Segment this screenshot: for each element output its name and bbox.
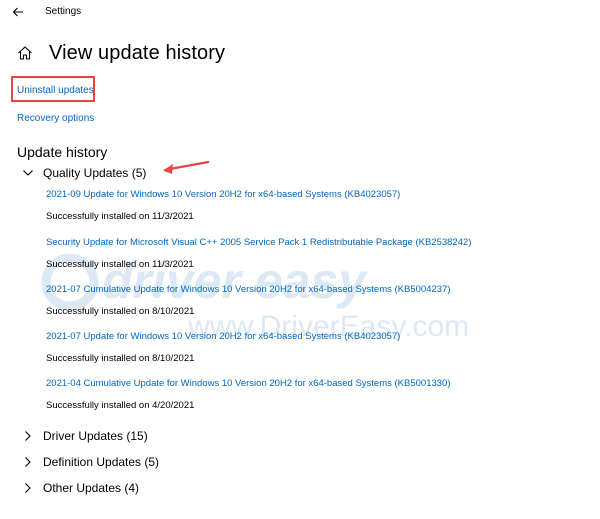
driver-updates-toggle[interactable]: Driver Updates (15): [22, 429, 148, 443]
other-updates-label: Other Updates (4): [43, 481, 140, 495]
update-status: Successfully installed on 11/3/2021: [46, 259, 194, 270]
definition-updates-toggle[interactable]: Definition Updates (5): [22, 455, 159, 469]
quality-updates-label: Quality Updates (5): [43, 166, 147, 180]
update-entry: Security Update for Microsoft Visual C++…: [46, 237, 586, 270]
update-name-link[interactable]: Security Update for Microsoft Visual C++…: [46, 237, 586, 248]
update-entry: 2021-09 Update for Windows 10 Version 20…: [46, 189, 586, 222]
back-button[interactable]: [10, 4, 26, 20]
update-entry: 2021-07 Cumulative Update for Windows 10…: [46, 284, 586, 317]
update-entry: 2021-07 Update for Windows 10 Version 20…: [46, 331, 586, 364]
window-title: Settings: [45, 6, 82, 17]
chevron-right-icon: [22, 456, 34, 468]
chevron-right-icon: [22, 482, 34, 494]
title-bar: Settings: [0, 0, 600, 28]
update-name-link[interactable]: 2021-09 Update for Windows 10 Version 20…: [46, 189, 586, 200]
update-status: Successfully installed on 11/3/2021: [46, 211, 194, 222]
recovery-options-link[interactable]: Recovery options: [17, 113, 94, 124]
chevron-right-icon: [22, 430, 34, 442]
uninstall-updates-link[interactable]: Uninstall updates: [17, 85, 94, 96]
update-status: Successfully installed on 8/10/2021: [46, 306, 195, 317]
update-entry: 2021-04 Cumulative Update for Windows 10…: [46, 378, 586, 411]
update-status: Successfully installed on 8/10/2021: [46, 353, 195, 364]
quality-updates-toggle[interactable]: Quality Updates (5): [22, 166, 146, 180]
update-history-heading: Update history: [17, 144, 108, 160]
definition-updates-label: Definition Updates (5): [43, 455, 160, 469]
other-updates-toggle[interactable]: Other Updates (4): [22, 481, 139, 495]
page-header: View update history: [17, 40, 225, 66]
driver-updates-label: Driver Updates (15): [43, 429, 148, 443]
page-title: View update history: [49, 41, 226, 64]
home-icon[interactable]: [17, 44, 35, 62]
annotation-arrow-icon: [163, 160, 210, 174]
update-name-link[interactable]: 2021-07 Update for Windows 10 Version 20…: [46, 331, 586, 342]
chevron-down-icon: [22, 167, 34, 179]
update-name-link[interactable]: 2021-04 Cumulative Update for Windows 10…: [46, 378, 586, 389]
back-arrow-icon: [12, 7, 23, 17]
update-name-link[interactable]: 2021-07 Cumulative Update for Windows 10…: [46, 284, 586, 295]
update-status: Successfully installed on 4/20/2021: [46, 400, 195, 411]
